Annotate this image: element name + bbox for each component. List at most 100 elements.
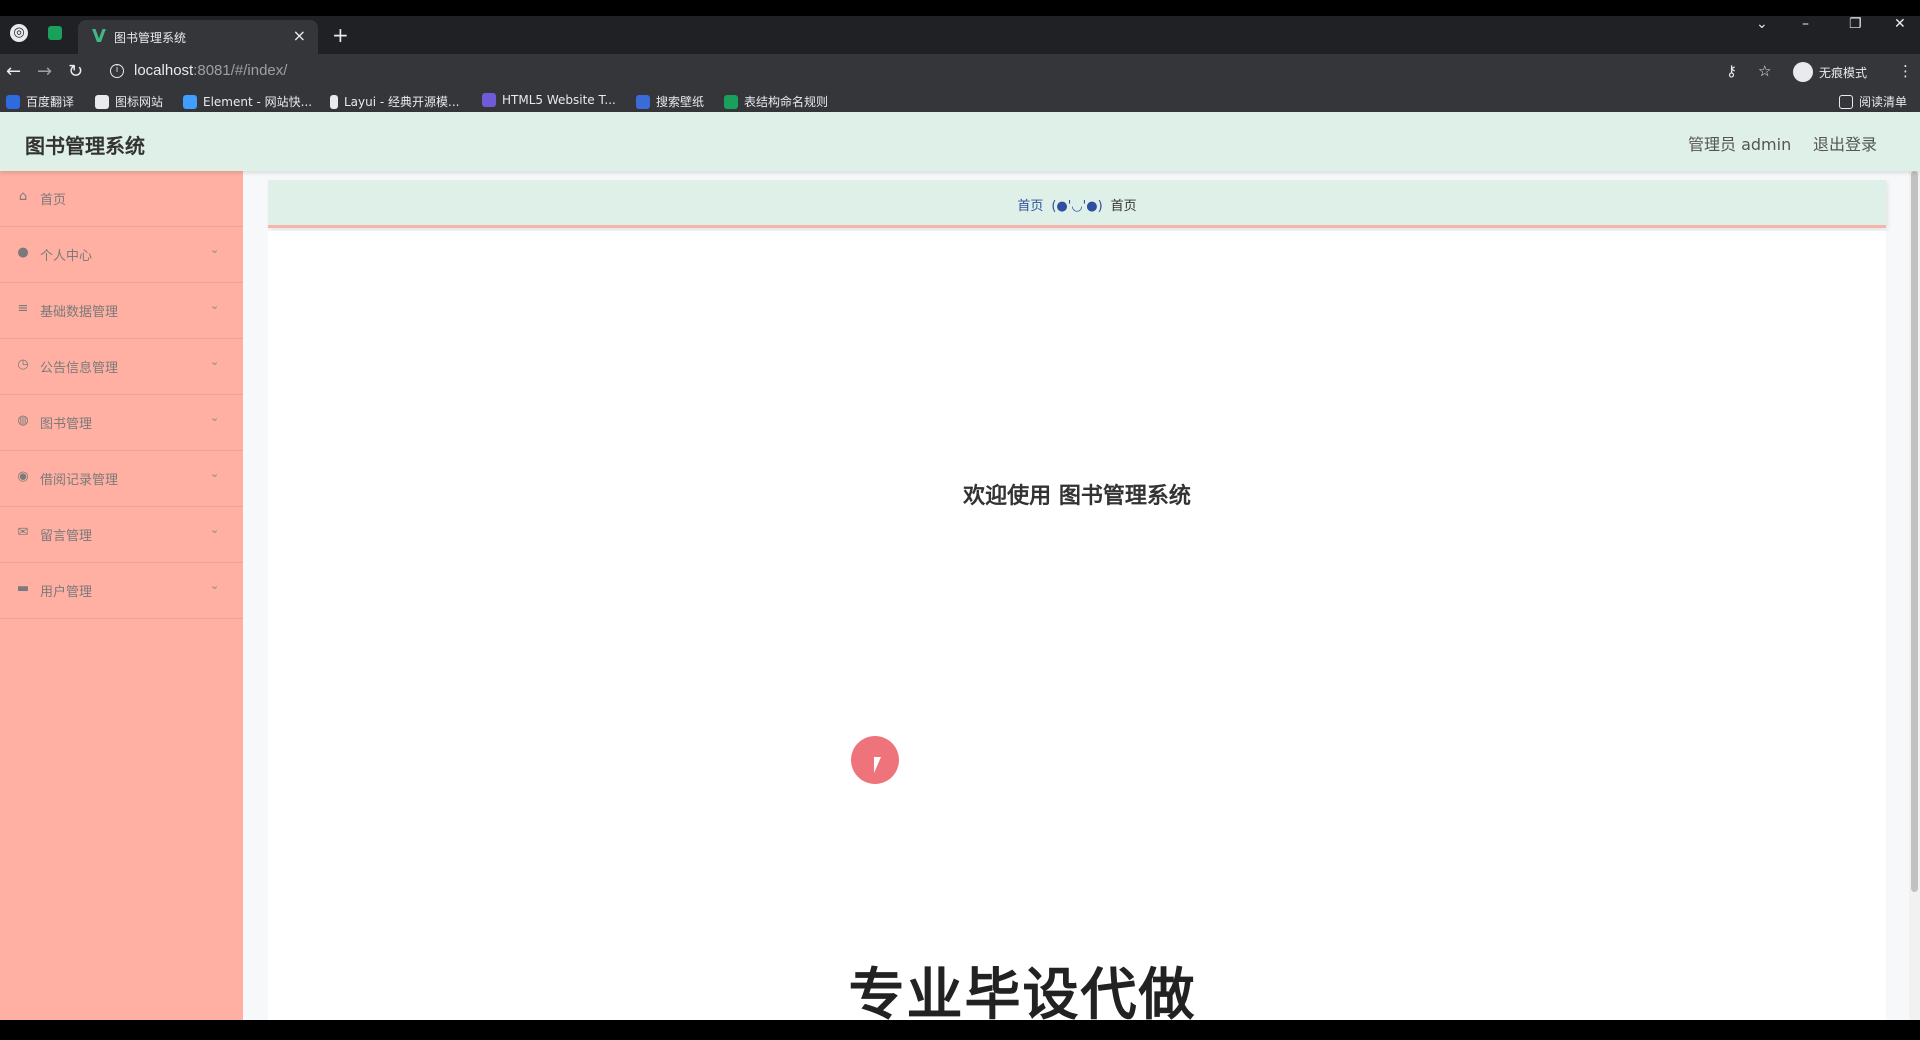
sidebar-item-home[interactable]: ⌂ 首页 bbox=[0, 171, 243, 227]
bookmark-item[interactable]: 图标网站 bbox=[95, 93, 163, 110]
page-scrollbar[interactable] bbox=[1909, 171, 1920, 1020]
url-field[interactable]: localhost:8081/#/index/ bbox=[134, 62, 287, 79]
bookmark-label: 图标网站 bbox=[115, 95, 164, 109]
sidebar-item-label: 图书管理 bbox=[40, 417, 93, 432]
reading-list-icon bbox=[1839, 94, 1853, 109]
sidebar-item-books[interactable]: ◍ 图书管理 ⌄ bbox=[0, 395, 243, 451]
breadcrumb-trail: 首页 (●'◡'●) 首页 bbox=[268, 195, 1886, 214]
reading-list-button[interactable]: 阅读清单 bbox=[1839, 93, 1907, 110]
minimize-icon[interactable]: – bbox=[1802, 16, 1809, 32]
chevron-down-icon: ⌄ bbox=[210, 467, 220, 480]
key-icon[interactable]: ⚷ bbox=[1726, 62, 1737, 80]
html5-logo-icon bbox=[482, 93, 496, 107]
tab-title: 图书管理系统 bbox=[114, 31, 187, 45]
bookmark-label: Element - 网站快... bbox=[203, 95, 313, 109]
active-tab[interactable]: V 图书管理系统 × bbox=[78, 20, 318, 54]
sidebar-item-label: 首页 bbox=[40, 193, 67, 208]
sidebar-item-label: 个人中心 bbox=[40, 249, 93, 264]
bookmark-label: HTML5 Website T... bbox=[502, 93, 616, 107]
tab-search-icon[interactable]: ⌄ bbox=[1756, 16, 1768, 32]
app-favicon-icon[interactable] bbox=[48, 26, 62, 40]
sidebar-item-label: 借阅记录管理 bbox=[40, 473, 119, 488]
sidebar-item-label: 基础数据管理 bbox=[40, 305, 119, 320]
sidebar-item-label: 用户管理 bbox=[40, 585, 93, 600]
reload-icon[interactable]: ↻ bbox=[68, 61, 83, 82]
bookmark-item[interactable]: Layui - 经典开源模... bbox=[330, 93, 459, 110]
tab-strip: ◎ V 图书管理系统 × + ⌄ – ❐ ✕ bbox=[0, 16, 1920, 54]
back-icon[interactable]: ← bbox=[6, 61, 21, 82]
bookmark-star-icon[interactable]: ☆ bbox=[1758, 62, 1771, 80]
bookmark-item[interactable]: HTML5 Website T... bbox=[482, 93, 616, 107]
sidebar-item-personal-center[interactable]: ● 个人中心 ⌄ bbox=[0, 227, 243, 283]
element-logo-icon bbox=[183, 94, 197, 109]
app-title: 图书管理系统 bbox=[25, 134, 145, 158]
current-user: 管理员 admin bbox=[1688, 135, 1792, 154]
sidebar-item-base-data[interactable]: ≡ 基础数据管理 ⌄ bbox=[0, 283, 243, 339]
vue-logo-icon: V bbox=[92, 26, 106, 47]
sidebar-item-label: 留言管理 bbox=[40, 529, 93, 544]
address-bar: ← → ↻ i localhost:8081/#/index/ ⚷ ☆ 无痕模式… bbox=[0, 54, 1920, 90]
location-icon: ◉ bbox=[17, 469, 29, 484]
chevron-down-icon: ⌄ bbox=[210, 243, 220, 256]
breadcrumb-home-link[interactable]: 首页 bbox=[1017, 199, 1043, 214]
mouse-cursor-icon bbox=[874, 757, 881, 773]
globe-icon: ◍ bbox=[17, 413, 29, 428]
chevron-down-icon: ⌄ bbox=[210, 523, 220, 536]
site-info-icon[interactable]: i bbox=[110, 64, 124, 78]
bookmark-label: Layui - 经典开源模... bbox=[344, 95, 460, 109]
main-area: 首页 (●'◡'●) 首页 欢迎使用 图书管理系统 bbox=[243, 171, 1920, 1020]
mail-icon: ✉ bbox=[17, 525, 29, 540]
clock-icon: ◷ bbox=[17, 357, 29, 372]
bookmark-favicon-icon bbox=[6, 94, 20, 109]
window-bottom-edge bbox=[0, 1020, 1920, 1040]
sidebar-item-messages[interactable]: ✉ 留言管理 ⌄ bbox=[0, 507, 243, 563]
globe-icon[interactable]: ◎ bbox=[10, 24, 28, 42]
user-icon: ● bbox=[17, 245, 29, 260]
sidebar-item-borrow-records[interactable]: ◉ 借阅记录管理 ⌄ bbox=[0, 451, 243, 507]
sidebar-item-users[interactable]: ▬ 用户管理 ⌄ bbox=[0, 563, 243, 619]
window-top-edge bbox=[0, 0, 1920, 16]
home-icon: ⌂ bbox=[18, 189, 28, 204]
url-path: :8081/#/index/ bbox=[193, 62, 288, 79]
wallpaper-logo-icon bbox=[636, 94, 650, 109]
incognito-label: 无痕模式 bbox=[1819, 65, 1868, 80]
monitor-icon: ▬ bbox=[16, 581, 30, 596]
sheet-logo-icon bbox=[724, 94, 738, 109]
bookmarks-bar: 百度翻译 图标网站 Element - 网站快... Layui - 经典开源模… bbox=[0, 90, 1920, 112]
url-host: localhost bbox=[134, 62, 194, 79]
list-icon: ≡ bbox=[17, 301, 29, 316]
watermark-overlay: 专业毕设代做 bbox=[848, 963, 1197, 1028]
menu-dots-icon[interactable]: ⋮ bbox=[1898, 62, 1913, 80]
reading-list-label: 阅读清单 bbox=[1859, 95, 1908, 109]
scrollbar-thumb[interactable] bbox=[1911, 171, 1918, 892]
chevron-down-icon: ⌄ bbox=[210, 299, 220, 312]
welcome-heading: 欢迎使用 图书管理系统 bbox=[963, 484, 1191, 509]
new-tab-icon[interactable]: + bbox=[332, 25, 349, 45]
bookmark-label: 搜索壁纸 bbox=[656, 95, 705, 109]
bookmark-label: 百度翻译 bbox=[26, 95, 75, 109]
flag-icon bbox=[95, 94, 109, 109]
logout-button[interactable]: 退出登录 bbox=[1813, 131, 1877, 155]
restore-icon[interactable]: ❐ bbox=[1849, 16, 1862, 32]
app-header: 图书管理系统 管理员 admin 退出登录 bbox=[0, 112, 1920, 171]
incognito-indicator[interactable]: 无痕模式 bbox=[1793, 60, 1867, 84]
layui-logo-icon bbox=[330, 94, 338, 109]
content-panel: 欢迎使用 图书管理系统 bbox=[268, 231, 1886, 1020]
close-window-icon[interactable]: ✕ bbox=[1894, 16, 1906, 32]
forward-icon[interactable]: → bbox=[37, 61, 52, 82]
breadcrumb-current: 首页 bbox=[1110, 199, 1137, 214]
chevron-down-icon: ⌄ bbox=[210, 411, 220, 424]
bookmark-item[interactable]: Element - 网站快... bbox=[183, 93, 312, 110]
chevron-down-icon: ⌄ bbox=[210, 579, 220, 592]
breadcrumb: 首页 (●'◡'●) 首页 bbox=[268, 180, 1886, 228]
sidebar-item-notice[interactable]: ◷ 公告信息管理 ⌄ bbox=[0, 339, 243, 395]
sidebar-item-label: 公告信息管理 bbox=[40, 361, 119, 376]
app-root: 图书管理系统 管理员 admin 退出登录 ⌂ 首页 ● 个人中心 ⌄ ≡ 基础… bbox=[0, 112, 1920, 1020]
incognito-icon bbox=[1793, 62, 1813, 82]
bookmark-item[interactable]: 搜索壁纸 bbox=[636, 93, 704, 110]
breadcrumb-separator: (●'◡'●) bbox=[1051, 199, 1103, 214]
bookmark-item[interactable]: 百度翻译 bbox=[6, 93, 74, 110]
sidebar-menu: ⌂ 首页 ● 个人中心 ⌄ ≡ 基础数据管理 ⌄ ◷ 公告信息管理 ⌄ ◍ 图书… bbox=[0, 171, 243, 1020]
tab-close-icon[interactable]: × bbox=[293, 26, 306, 45]
bookmark-item[interactable]: 表结构命名规则 bbox=[724, 93, 828, 110]
